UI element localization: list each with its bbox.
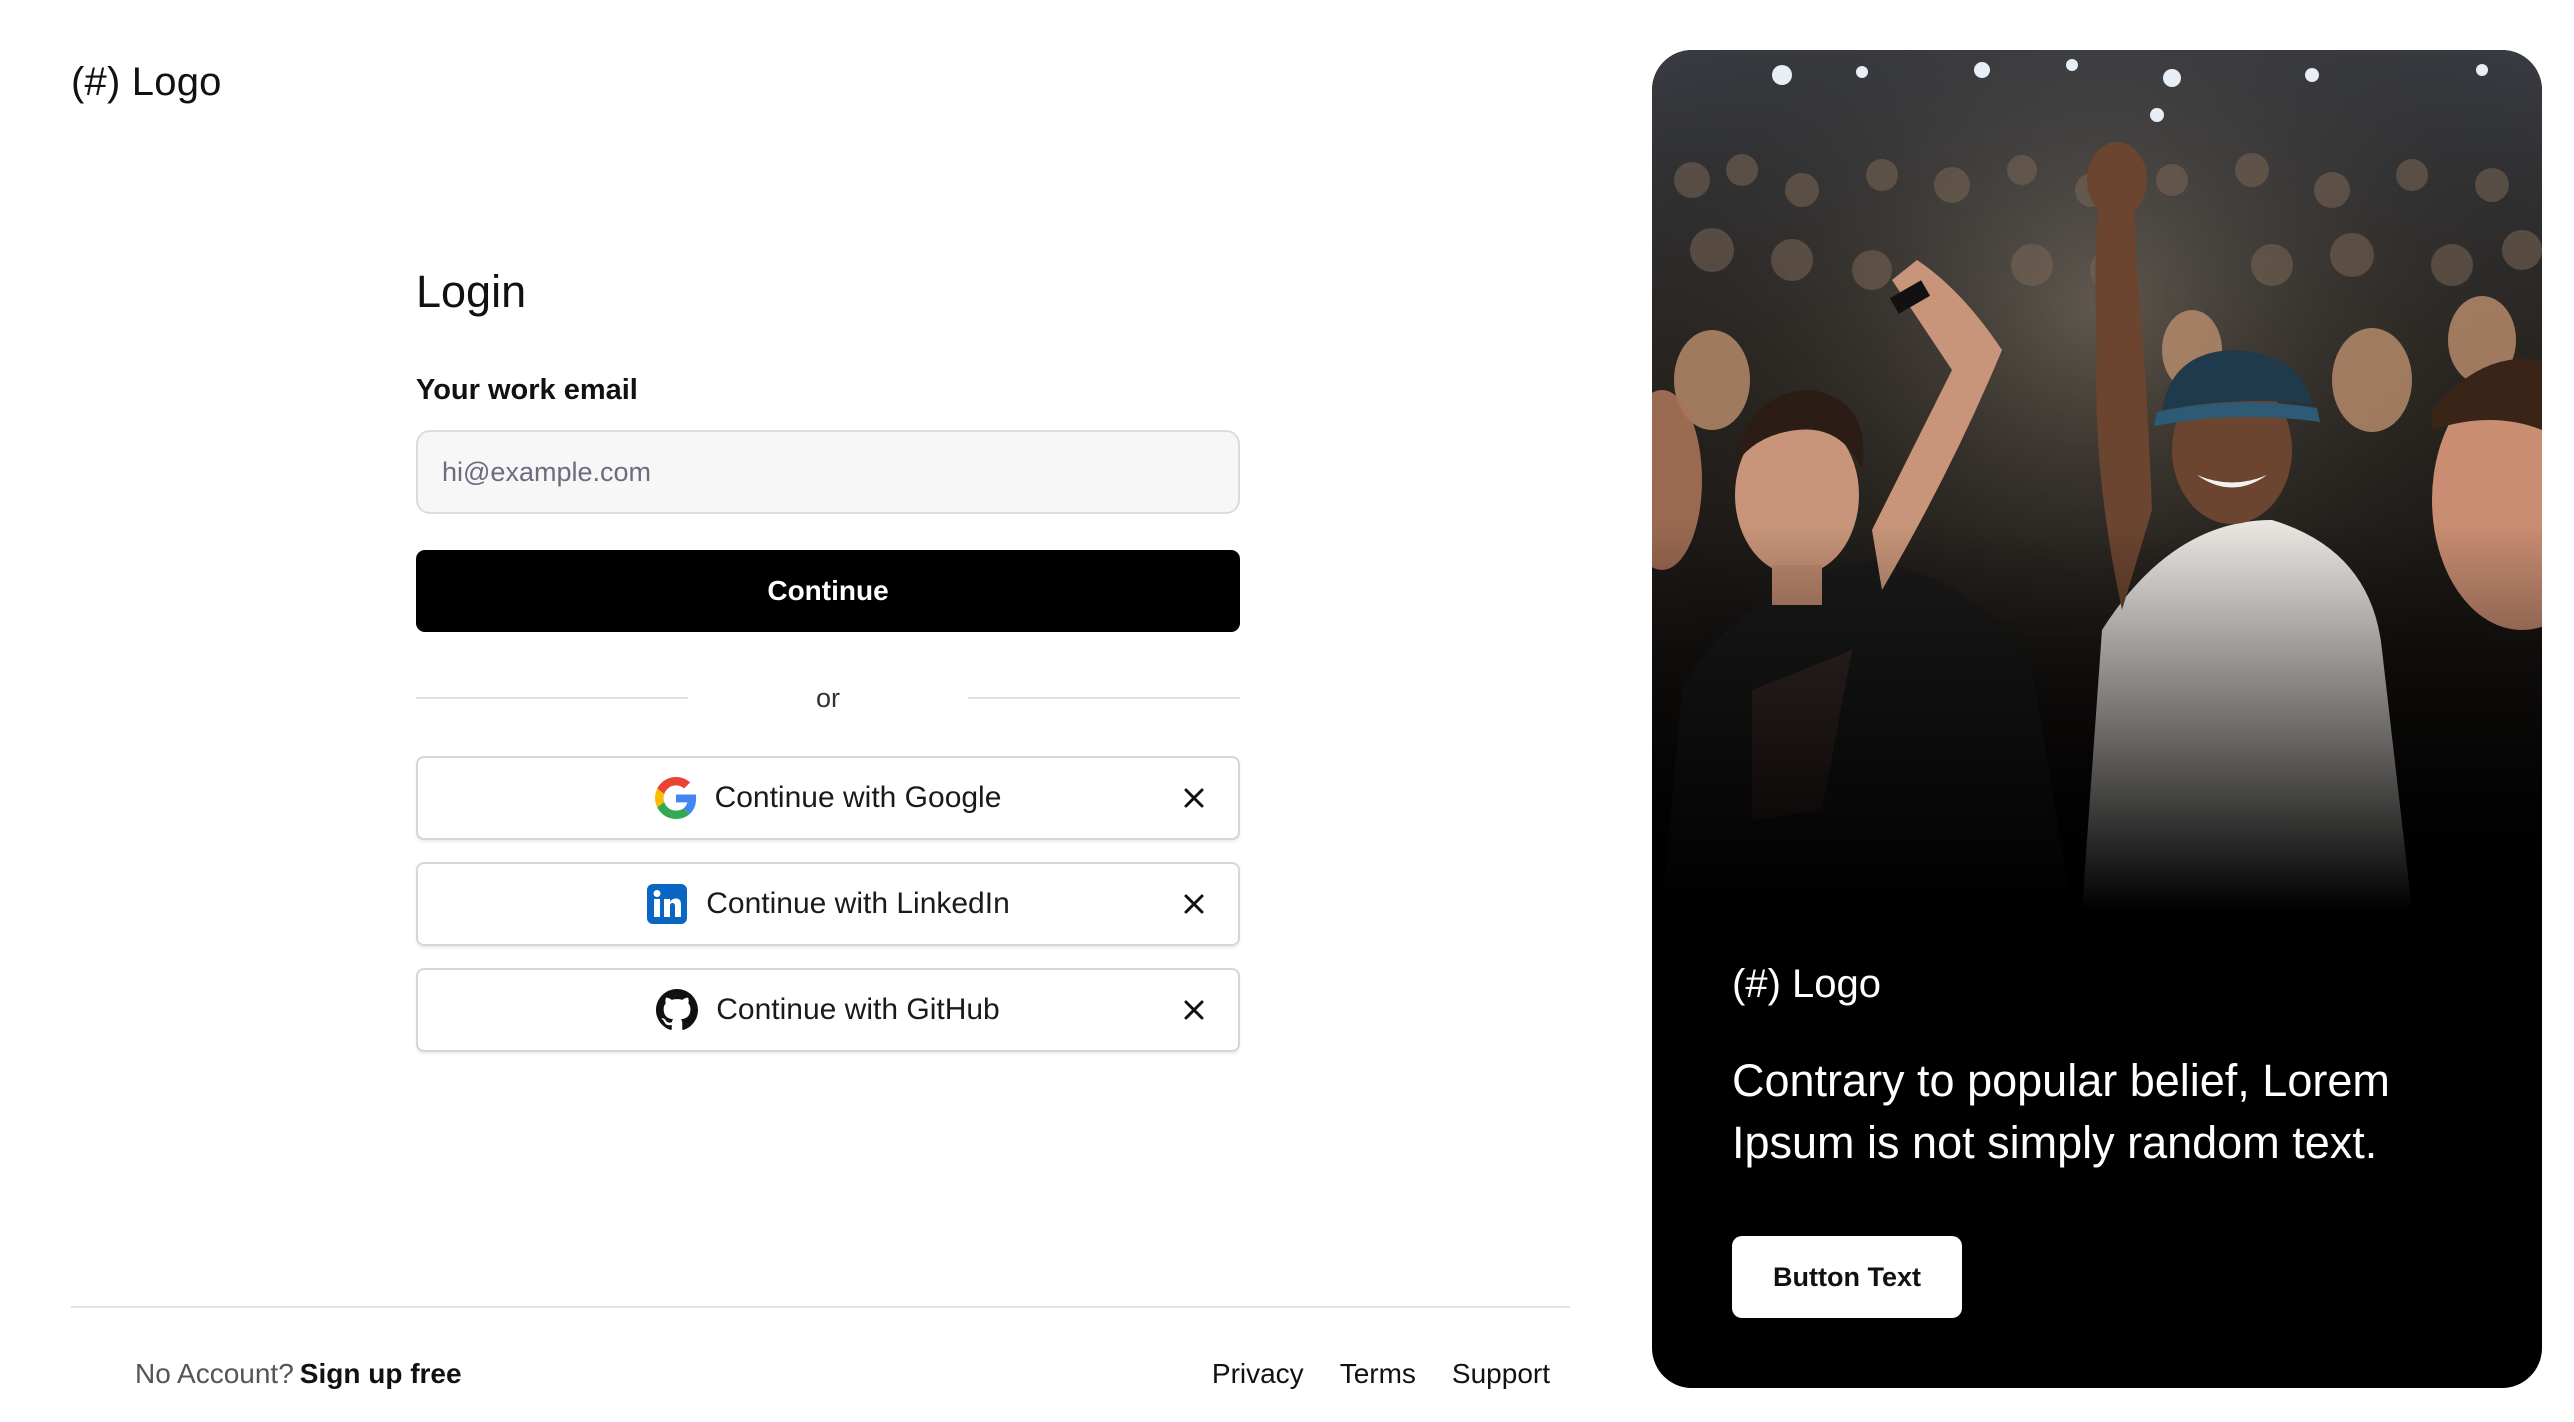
close-icon[interactable] bbox=[1180, 784, 1208, 812]
social-button-label: Continue with GitHub bbox=[716, 993, 1000, 1026]
login-form: Login Your work email Continue or Contin… bbox=[416, 262, 1240, 1052]
continue-with-github-button[interactable]: Continue with GitHub bbox=[416, 968, 1240, 1052]
github-icon bbox=[656, 989, 699, 1031]
email-field[interactable] bbox=[416, 430, 1240, 514]
signup-link[interactable]: Sign up free bbox=[300, 1358, 462, 1389]
promo-panel: (#) Logo Contrary to popular belief, Lor… bbox=[1652, 50, 2542, 1388]
page-title: Login bbox=[416, 266, 527, 317]
close-icon[interactable] bbox=[1180, 890, 1208, 918]
footer-divider bbox=[71, 1306, 1570, 1308]
linkedin-icon bbox=[646, 883, 688, 925]
support-link[interactable]: Support bbox=[1452, 1356, 1550, 1392]
no-account-text: No Account? bbox=[135, 1358, 294, 1389]
divider-line-right bbox=[968, 697, 1240, 699]
footer-links: Privacy Terms Support bbox=[1212, 1356, 1550, 1392]
continue-button[interactable]: Continue bbox=[416, 550, 1240, 632]
login-page: (#) Logo Login Your work email Continue … bbox=[0, 0, 2574, 1422]
email-label: Your work email bbox=[416, 374, 638, 406]
or-divider: or bbox=[416, 680, 1240, 716]
continue-with-google-button[interactable]: Continue with Google bbox=[416, 756, 1240, 840]
brand-logo[interactable]: (#) Logo bbox=[71, 60, 222, 105]
concert-crowd-photo bbox=[1652, 50, 2542, 910]
google-icon bbox=[654, 777, 697, 819]
promo-button[interactable]: Button Text bbox=[1732, 1236, 1962, 1318]
terms-link[interactable]: Terms bbox=[1340, 1356, 1416, 1392]
continue-with-linkedin-button[interactable]: Continue with LinkedIn bbox=[416, 862, 1240, 946]
promo-logo: (#) Logo bbox=[1732, 962, 1881, 1006]
social-button-label: Continue with Google bbox=[714, 781, 1002, 814]
close-icon[interactable] bbox=[1180, 996, 1208, 1024]
social-button-label: Continue with LinkedIn bbox=[706, 887, 1010, 920]
privacy-link[interactable]: Privacy bbox=[1212, 1356, 1304, 1392]
footer-signup-prompt: No Account? Sign up free bbox=[135, 1356, 462, 1392]
promo-headline: Contrary to popular belief, Lorem Ipsum … bbox=[1732, 1055, 2390, 1168]
